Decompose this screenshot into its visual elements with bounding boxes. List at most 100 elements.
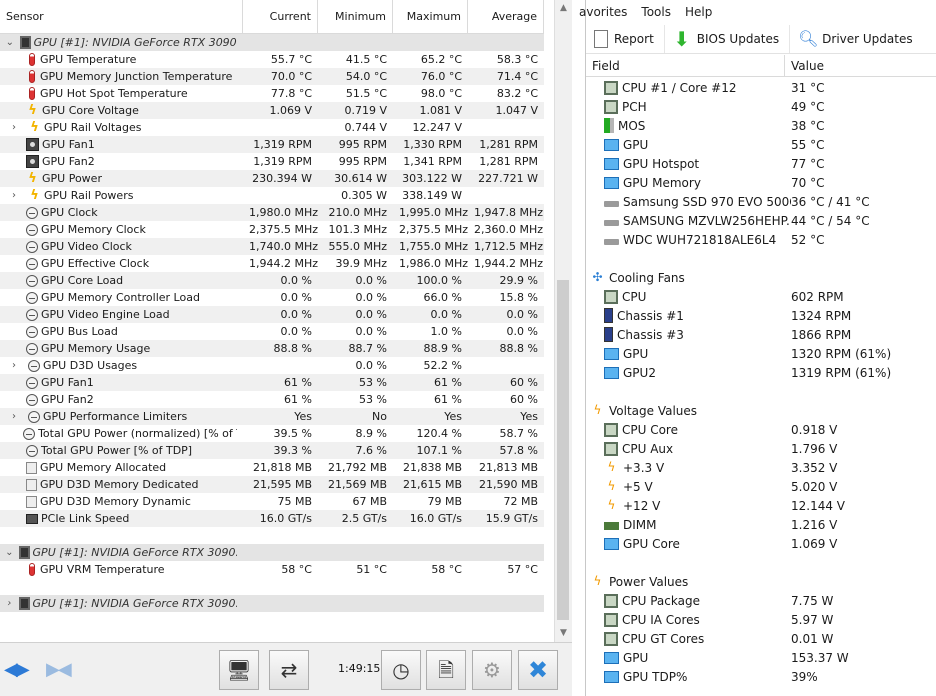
sensor-average: 1,947.8 MHz [474, 206, 544, 219]
network-button[interactable]: ⇄ [269, 650, 309, 690]
column-value[interactable]: Value [785, 55, 824, 77]
sensor-row[interactable]: GPU Video Engine Load 0.0 % 0.0 % 0.0 % 0.0 … [0, 306, 544, 323]
field-row[interactable]: MOS 38 °C [586, 116, 936, 135]
sensor-row[interactable]: › GPU D3D Usages 0.0 % 52.2 % [0, 357, 544, 374]
sensor-row[interactable]: GPU VRM Temperature 58 °C 51 °C 58 °C 57 °C [0, 561, 544, 578]
menu-help[interactable]: Help [678, 0, 719, 24]
field-row[interactable]: ϟ +3.3 V 3.352 V [586, 458, 936, 477]
field-row[interactable]: CPU Core 0.918 V [586, 420, 936, 439]
sensor-row[interactable]: › ϟ GPU Rail Voltages 0.744 V 12.247 V [0, 119, 544, 136]
field-row[interactable]: GPU Hotspot 77 °C [586, 154, 936, 173]
report-button[interactable]: Report [586, 24, 665, 53]
chevron-right-icon[interactable]: › [0, 187, 28, 204]
sensor-row[interactable]: Total GPU Power (normalized) [% of TDP] 3… [0, 425, 544, 442]
field-row[interactable]: CPU Package 7.75 W [586, 591, 936, 610]
column-current[interactable]: Current [243, 0, 318, 34]
field-row[interactable]: SAMSUNG MZVLW256HEHP... 44 °C / 54 °C [586, 211, 936, 230]
field-row[interactable]: GPU2 1319 RPM (61%) [586, 363, 936, 382]
scroll-up-icon[interactable]: ▲ [555, 0, 572, 17]
sensor-row[interactable]: PCIe Link Speed 16.0 GT/s 2.5 GT/s 16.0 GT/… [0, 510, 544, 527]
field-row[interactable]: Chassis #1 1324 RPM [586, 306, 936, 325]
navigate-arrows-disabled-icon[interactable]: ▶◀ [46, 659, 72, 680]
chevron-down-icon[interactable]: ⌄ [0, 34, 20, 51]
sensor-row[interactable]: GPU Bus Load 0.0 % 0.0 % 1.0 % 0.0 % [0, 323, 544, 340]
gauge-icon [26, 223, 38, 236]
sensor-row[interactable]: GPU Fan2 1,319 RPM 995 RPM 1,341 RPM 1,281 R… [0, 153, 544, 170]
field-row[interactable]: CPU IA Cores 5.97 W [586, 610, 936, 629]
column-field[interactable]: Field [586, 55, 785, 77]
bios-updates-button[interactable]: ⬇ BIOS Updates [665, 24, 791, 53]
column-minimum[interactable]: Minimum [318, 0, 393, 34]
sensor-row[interactable]: GPU Clock 1,980.0 MHz 210.0 MHz 1,995.0 MHz… [0, 204, 544, 221]
sensor-row[interactable]: GPU Effective Clock 1,944.2 MHz 39.9 MHz 1,… [0, 255, 544, 272]
add-log-button[interactable]: 🗎 [426, 650, 466, 690]
field-row[interactable]: GPU 153.37 W [586, 648, 936, 667]
driver-updates-button[interactable]: 🔍︎ Driver Updates [790, 25, 922, 53]
monitor-search-button[interactable]: 🖥 [219, 650, 259, 690]
sensor-row[interactable]: GPU Fan1 61 % 53 % 61 % 60 % [0, 374, 544, 391]
voltage-icon: ϟ [593, 403, 602, 417]
sensor-row[interactable]: GPU Fan1 1,319 RPM 995 RPM 1,330 RPM 1,281 R… [0, 136, 544, 153]
lightning-icon: ϟ [30, 188, 39, 203]
sensor-row[interactable]: GPU Fan2 61 % 53 % 61 % 60 % [0, 391, 544, 408]
sensor-scrollbar[interactable]: ▲ ▼ [554, 0, 572, 642]
sensor-row[interactable]: ϟ GPU Core Voltage 1.069 V 0.719 V 1.081 V 1.… [0, 102, 544, 119]
chevron-right-icon[interactable]: › [0, 119, 28, 136]
column-sensor[interactable]: Sensor [0, 0, 243, 34]
field-row[interactable]: ϟ +12 V 12.144 V [586, 496, 936, 515]
sensor-row[interactable]: GPU Temperature 55.7 °C 41.5 °C 65.2 °C 58.3… [0, 51, 544, 68]
sensor-group-header[interactable]: ⌄ GPU [#1]: NVIDIA GeForce RTX 3090: ... [0, 544, 544, 561]
reset-timer-button[interactable]: ◷ [381, 650, 421, 690]
sensor-row[interactable]: › ϟ GPU Rail Powers 0.305 W 338.149 W [0, 187, 544, 204]
menu-tools[interactable]: Tools [634, 0, 678, 24]
sensor-row[interactable]: GPU Hot Spot Temperature 77.8 °C 51.5 °C 98… [0, 85, 544, 102]
chevron-right-icon[interactable]: › [0, 595, 19, 612]
sensor-row[interactable]: GPU D3D Memory Dedicated 21,595 MB 21,569 … [0, 476, 544, 493]
chevron-right-icon[interactable]: › [0, 357, 28, 374]
sensor-row[interactable]: GPU Memory Controller Load 0.0 % 0.0 % 66.0… [0, 289, 544, 306]
field-row[interactable]: DIMM 1.216 V [586, 515, 936, 534]
field-row[interactable]: Samsung SSD 970 EVO 500GB 36 °C / 41 °C [586, 192, 936, 211]
close-button[interactable]: ✖ [518, 650, 558, 690]
sensor-group-header[interactable]: › GPU [#1]: NVIDIA GeForce RTX 3090: ... [0, 595, 544, 612]
monitor-icon [604, 537, 619, 550]
sensor-row[interactable]: ϟ GPU Power 230.394 W 30.614 W 303.122 W 227.… [0, 170, 544, 187]
sensor-group-header[interactable]: ⌄ GPU [#1]: NVIDIA GeForce RTX 3090: [0, 34, 544, 51]
sensor-row[interactable]: GPU Core Load 0.0 % 0.0 % 100.0 % 29.9 % [0, 272, 544, 289]
column-maximum[interactable]: Maximum [393, 0, 468, 34]
field-row[interactable]: WDC WUH721818ALE6L4 52 °C [586, 230, 936, 249]
field-row[interactable]: PCH 49 °C [586, 97, 936, 116]
scroll-down-icon[interactable]: ▼ [555, 625, 572, 642]
field-row[interactable]: Chassis #3 1866 RPM [586, 325, 936, 344]
scroll-thumb[interactable] [557, 280, 569, 620]
field-row[interactable]: GPU 1320 RPM (61%) [586, 344, 936, 363]
field-row[interactable]: GPU 55 °C [586, 135, 936, 154]
sensor-row[interactable]: GPU Memory Usage 88.8 % 88.7 % 88.9 % 88.8 % [0, 340, 544, 357]
field-row[interactable]: GPU Memory 70 °C [586, 173, 936, 192]
section-header[interactable]: ϟ Voltage Values [586, 401, 936, 420]
field-row[interactable]: CPU GT Cores 0.01 W [586, 629, 936, 648]
field-row[interactable]: GPU TDP% 39% [586, 667, 936, 686]
sensor-row[interactable]: GPU Memory Junction Temperature 70.0 °C 54… [0, 68, 544, 85]
sensor-row[interactable]: Total GPU Power [% of TDP] 39.3 % 7.6 % 107… [0, 442, 544, 459]
sensor-row[interactable]: GPU Memory Allocated 21,818 MB 21,792 MB 21… [0, 459, 544, 476]
sensor-row[interactable]: GPU Video Clock 1,740.0 MHz 555.0 MHz 1,755… [0, 238, 544, 255]
sensor-row[interactable]: GPU Memory Clock 2,375.5 MHz 101.3 MHz 2,37… [0, 221, 544, 238]
field-row[interactable]: CPU #1 / Core #12 31 °C [586, 78, 936, 97]
field-row[interactable]: CPU Aux 1.796 V [586, 439, 936, 458]
chevron-down-icon[interactable]: ⌄ [0, 544, 19, 561]
field-row[interactable]: CPU 602 RPM [586, 287, 936, 306]
field-row[interactable]: ϟ +5 V 5.020 V [586, 477, 936, 496]
gauge-icon [26, 308, 38, 321]
field-name-cell: ϟ +5 V [586, 479, 791, 494]
section-header[interactable]: ϟ Power Values [586, 572, 936, 591]
menu-favorites[interactable]: avorites [572, 0, 634, 24]
navigate-arrows-icon[interactable]: ◀▶ [4, 659, 30, 680]
chevron-right-icon[interactable]: › [0, 408, 28, 425]
sensor-row[interactable]: GPU D3D Memory Dynamic 75 MB 67 MB 79 MB 72 … [0, 493, 544, 510]
settings-button[interactable]: ⚙ [472, 650, 512, 690]
column-average[interactable]: Average [468, 0, 544, 34]
section-header[interactable]: ✣ Cooling Fans [586, 268, 936, 287]
sensor-row[interactable]: › GPU Performance Limiters Yes No Yes Yes [0, 408, 544, 425]
field-row[interactable]: GPU Core 1.069 V [586, 534, 936, 553]
